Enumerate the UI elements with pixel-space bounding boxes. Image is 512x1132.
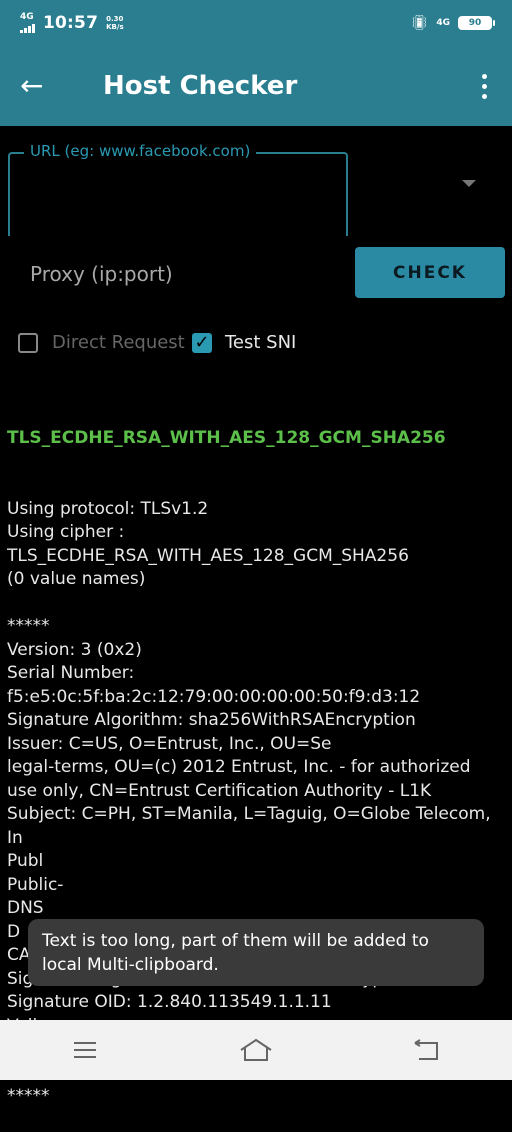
back-icon[interactable]: [407, 1035, 447, 1065]
log-line: legal-terms, OU=(c) 2012 Entrust, Inc. -…: [7, 757, 471, 777]
test-sni-row[interactable]: ✓ Test SNI: [192, 332, 296, 353]
log-line: f5:e5:0c:5f:ba:2c:12:79:00:00:00:00:50:f…: [7, 686, 421, 707]
vibrate-icon: 📳︎: [410, 15, 429, 31]
log-line: (0 value names): [7, 569, 146, 589]
toast-message: Text is too long, part of them will be a…: [28, 919, 484, 986]
log-line: Publ: [7, 851, 44, 871]
log-line: *****: [7, 616, 50, 636]
log-line: Serial Number:: [7, 663, 135, 683]
proxy-input[interactable]: Proxy (ip:port): [30, 262, 173, 286]
menu-icon[interactable]: [65, 1035, 105, 1065]
log-line: Signature OID: 1.2.840.113549.1.1.11: [7, 992, 332, 1012]
log-line: use only, CN=Entrust Certification Autho…: [7, 780, 432, 801]
log-line: Signature Algorithm: sha256WithRSAEncryp…: [7, 710, 416, 730]
test-sni-checkbox[interactable]: ✓: [192, 332, 212, 353]
direct-request-checkbox[interactable]: [18, 332, 38, 353]
clock: 10:57: [43, 13, 99, 33]
network-type-right: 4G: [436, 18, 450, 28]
log-line: Using cipher :: [7, 522, 125, 542]
battery-level: 90: [468, 18, 482, 28]
check-button[interactable]: CHECK: [355, 247, 505, 298]
log-line: Issuer: C=US, O=Entrust, Inc., OU=Se: [7, 733, 332, 754]
app-bar: ← Host Checker: [0, 46, 512, 126]
cipher-header: TLS_ECDHE_RSA_WITH_AES_128_GCM_SHA256: [7, 428, 446, 448]
log-line: Version: 3 (0x2): [7, 639, 142, 660]
status-left: 4G 10:57 0.30 KB/s: [20, 13, 124, 33]
log-line: Using protocol: TLSv1.2: [7, 498, 209, 519]
test-sni-label: Test SNI: [225, 332, 297, 353]
network-speed: 0.30 KB/s: [106, 15, 124, 31]
status-right: 📳︎ 4G 90: [410, 15, 495, 31]
log-line: Public-: [7, 874, 64, 895]
log-line: In: [7, 827, 23, 848]
log-line: TLS_ECDHE_RSA_WITH_AES_128_GCM_SHA256: [7, 545, 409, 566]
page-title: Host Checker: [103, 71, 298, 101]
status-bar: 4G 10:57 0.30 KB/s 📳︎ 4G 90: [0, 0, 512, 46]
battery-icon: 90: [458, 16, 495, 30]
navigation-bar: [0, 1020, 512, 1080]
log-line: *****: [7, 1086, 50, 1106]
log-line: DNS: [7, 898, 44, 918]
direct-request-label: Direct Request: [52, 332, 185, 353]
dropdown-arrow-icon[interactable]: [462, 180, 476, 187]
overflow-menu-icon[interactable]: [476, 73, 492, 99]
direct-request-row[interactable]: Direct Request: [18, 332, 185, 353]
network-type: 4G: [20, 12, 34, 22]
url-label: URL (eg: www.facebook.com): [24, 142, 257, 160]
url-input[interactable]: [8, 152, 348, 236]
home-icon[interactable]: [236, 1035, 276, 1065]
signal-icon: 4G: [20, 13, 35, 33]
log-lines: Using protocol: TLSv1.2 Using cipher : TLS…: [7, 498, 507, 1109]
log-line: Subject: C=PH, ST=Manila, L=Taguig, O=Gl…: [7, 804, 491, 824]
back-arrow-icon[interactable]: ←: [20, 72, 60, 100]
